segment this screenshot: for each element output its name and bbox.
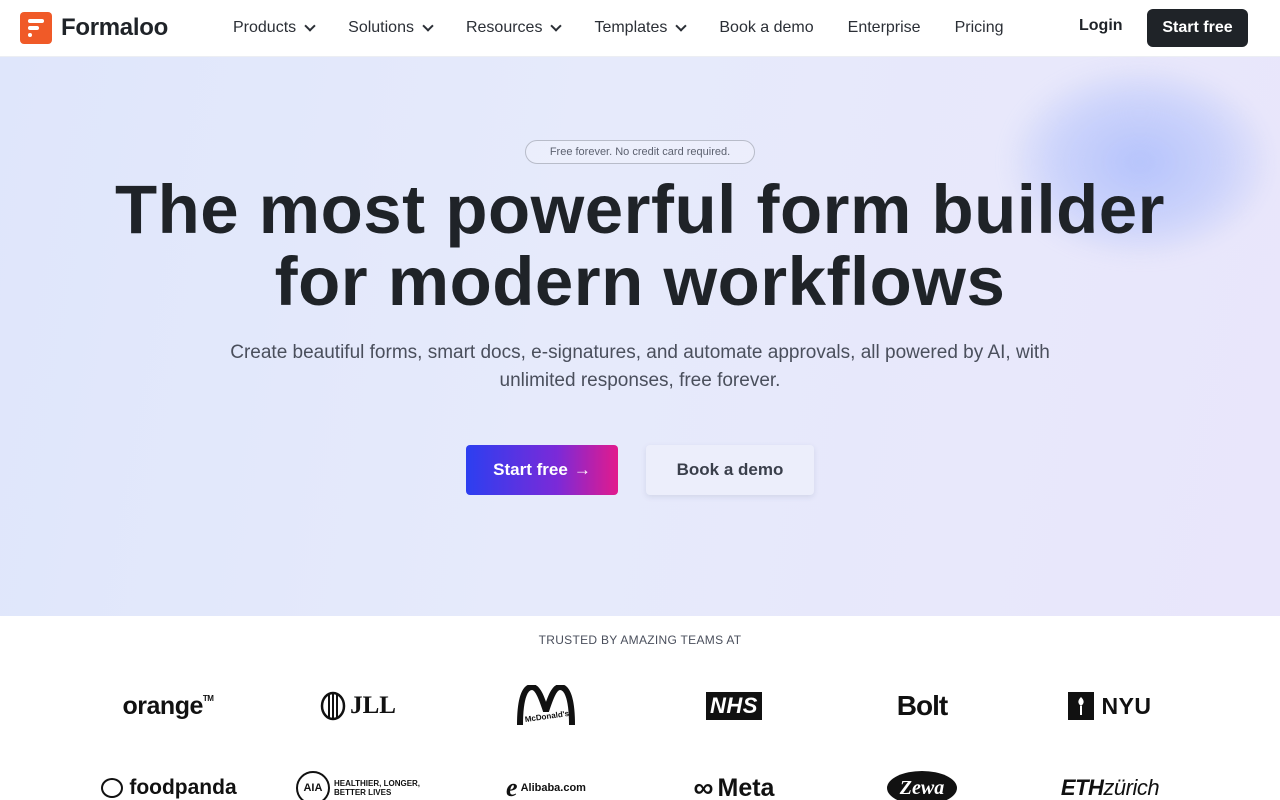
foodpanda-logo: foodpanda (75, 766, 263, 800)
chevron-down-icon (304, 20, 316, 32)
meta-infinity-icon: ∞ (693, 772, 714, 800)
trusted-heading: TRUSTED BY AMAZING TEAMS AT (538, 633, 742, 647)
free-forever-badge: Free forever. No credit card required. (525, 140, 755, 164)
meta-logo: ∞ Meta (640, 766, 828, 800)
brand-name: Formaloo (61, 14, 168, 41)
mcdonalds-arches-icon: McDonald's (517, 685, 575, 726)
nhs-wordmark: NHS (706, 692, 762, 720)
aia-tagline-line-2: BETTER LIVES (333, 788, 392, 797)
orange-wordmark: orange (122, 691, 204, 720)
mcdonalds-wordmark: McDonald's (524, 709, 570, 724)
login-link[interactable]: Login (1079, 17, 1123, 35)
panda-icon (101, 778, 124, 798)
formaloo-logo[interactable]: Formaloo (20, 12, 168, 44)
nhs-logo: NHS (640, 684, 828, 728)
nav-item-templates[interactable]: Templates (594, 19, 688, 37)
nav-item-resources[interactable]: Resources (465, 19, 563, 37)
bolt-logo: Bolt (828, 684, 1016, 728)
aia-icon: AIA (295, 771, 330, 800)
nav-item-label: Resources (465, 19, 543, 36)
start-free-label: Start free (493, 460, 568, 479)
alibaba-wordmark: Alibaba.com (520, 782, 586, 794)
nav-item-pricing[interactable]: Pricing (955, 19, 1004, 37)
orange-trademark: TM (202, 693, 214, 703)
alibaba-mark-icon: e (506, 773, 518, 800)
foodpanda-wordmark: foodpanda (129, 776, 237, 799)
meta-wordmark: Meta (717, 773, 775, 800)
jll-mark-icon (320, 691, 346, 721)
start-free-nav-button[interactable]: Start free (1147, 9, 1248, 47)
jll-wordmark: JLL (350, 692, 396, 719)
hero-section: Free forever. No credit card required. T… (0, 57, 1280, 616)
nav-item-label: Templates (594, 19, 668, 36)
zewa-logo: Zewa (828, 766, 1016, 800)
hero-subtitle: Create beautiful forms, smart docs, e-si… (230, 342, 1050, 391)
top-navigation: Formaloo Products Solutions Resources Te… (0, 0, 1280, 57)
headline-line-1: The most powerful form builder (114, 171, 1166, 248)
chevron-down-icon (675, 20, 688, 32)
nav-item-products[interactable]: Products (233, 19, 316, 37)
nyu-wordmark: NYU (1101, 692, 1152, 719)
formaloo-logo-icon (20, 12, 52, 44)
nyu-logo: NYU (1016, 684, 1204, 728)
book-demo-button[interactable]: Book a demo (646, 445, 814, 495)
nav-item-label: Enterprise (847, 19, 921, 36)
chevron-down-icon (550, 20, 563, 32)
bolt-wordmark: Bolt (896, 690, 948, 721)
zurich-wordmark: zürich (1103, 775, 1160, 800)
main-menu: Products Solutions Resources Templates B… (233, 0, 1037, 56)
start-free-button[interactable]: Start free → (466, 445, 618, 495)
aia-logo: AIA HEALTHIER, LONGER, BETTER LIVES (264, 766, 452, 800)
chevron-down-icon (422, 20, 434, 32)
nav-item-label: Solutions (348, 19, 414, 36)
nav-item-label: Products (233, 19, 297, 36)
mcdonalds-logo: McDonald's (452, 684, 640, 728)
aia-tagline: HEALTHIER, LONGER, BETTER LIVES (334, 779, 420, 797)
eth-zurich-logo: ETHzürich (1016, 766, 1204, 800)
nav-item-solutions[interactable]: Solutions (348, 19, 434, 37)
nav-item-book-demo[interactable]: Book a demo (719, 19, 813, 37)
aia-tagline-line-1: HEALTHIER, LONGER, (333, 779, 421, 788)
orange-logo: orangeTM (74, 684, 262, 728)
nav-item-enterprise[interactable]: Enterprise (848, 19, 921, 37)
hero-headline: The most powerful form builder for moder… (80, 174, 1200, 318)
arrow-right-icon: → (573, 460, 591, 479)
jll-logo: JLL (264, 684, 452, 728)
alibaba-logo: e Alibaba.com (452, 766, 640, 800)
eth-wordmark: ETH (1060, 775, 1104, 800)
zewa-wordmark: Zewa (887, 771, 957, 800)
nav-item-label: Book a demo (719, 19, 814, 36)
nav-item-label: Pricing (954, 19, 1004, 36)
headline-line-2: for modern workflows (274, 243, 1006, 320)
nyu-torch-icon (1068, 692, 1095, 720)
